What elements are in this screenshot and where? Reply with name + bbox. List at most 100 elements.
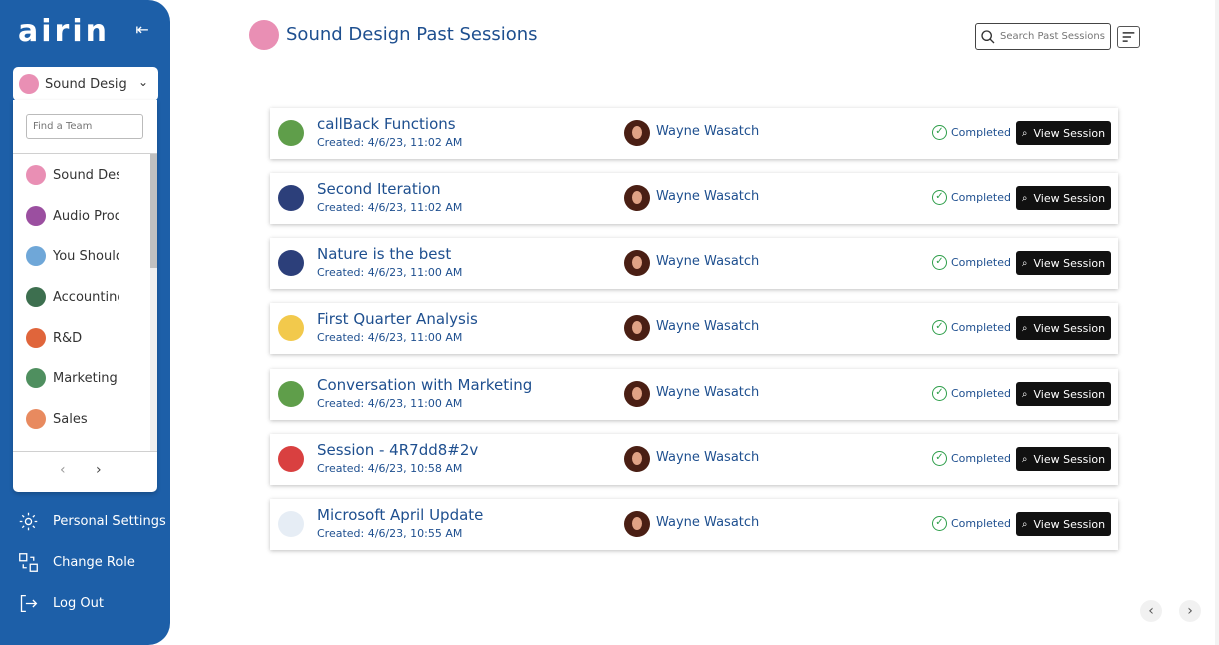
team-item-you-should-know[interactable]: You Should Know <box>26 244 119 268</box>
nav-label: Change Role <box>53 555 135 570</box>
view-session-button[interactable]: ⌕ View Session <box>1016 512 1111 536</box>
check-circle-icon: ✓ <box>932 190 947 205</box>
sort-button[interactable] <box>1117 26 1140 48</box>
avatar <box>624 511 650 537</box>
session-user: Wayne Wasatch <box>656 385 760 400</box>
team-dropdown: Sound Design Audio Production You Should… <box>13 100 157 492</box>
session-row: Session - 4R7dd8#2v Created: 4/6/23, 10:… <box>270 434 1118 485</box>
session-icon <box>278 120 304 146</box>
nav-log-out[interactable]: Log Out <box>18 593 104 614</box>
status-badge: ✓ Completed <box>932 125 1011 140</box>
nav-personal-settings[interactable]: Personal Settings <box>18 511 166 532</box>
team-item-label: R&D <box>53 330 83 346</box>
team-item-label: Accounting <box>53 289 119 305</box>
team-avatar-icon <box>26 368 46 388</box>
team-avatar-icon <box>26 246 46 266</box>
check-circle-icon: ✓ <box>932 255 947 270</box>
session-created: Created: 4/6/23, 11:02 AM <box>317 201 463 214</box>
team-list: Sound Design Audio Production You Should… <box>13 154 149 451</box>
divider <box>13 451 157 452</box>
view-session-label: View Session <box>1033 191 1106 205</box>
team-item-marketing[interactable]: Marketing <box>26 366 119 390</box>
change-role-icon <box>19 553 38 572</box>
avatar <box>624 446 650 472</box>
status-text: Completed <box>951 321 1011 334</box>
status-badge: ✓ Completed <box>932 190 1011 205</box>
session-row: Conversation with Marketing Created: 4/6… <box>270 369 1118 420</box>
status-text: Completed <box>951 387 1011 400</box>
chevron-right-icon[interactable]: › <box>96 462 102 478</box>
session-user: Wayne Wasatch <box>656 515 760 530</box>
team-avatar-icon <box>26 165 46 185</box>
session-icon <box>278 511 304 537</box>
session-name: First Quarter Analysis <box>317 310 478 328</box>
check-circle-icon: ✓ <box>932 386 947 401</box>
sort-icon <box>1122 32 1135 42</box>
view-session-label: View Session <box>1033 452 1106 466</box>
avatar <box>624 315 650 341</box>
team-avatar-icon <box>26 287 46 307</box>
team-avatar-icon <box>19 74 39 94</box>
chevron-left-icon[interactable]: ‹ <box>60 462 66 478</box>
session-created: Created: 4/6/23, 10:55 AM <box>317 527 463 540</box>
status-badge: ✓ Completed <box>932 255 1011 270</box>
team-avatar-icon <box>26 206 46 226</box>
status-text: Completed <box>951 256 1011 269</box>
team-item-label: Audio Production <box>53 208 119 224</box>
session-row: Microsoft April Update Created: 4/6/23, … <box>270 499 1118 550</box>
chevron-left-icon[interactable]: ‹ <box>1140 600 1162 622</box>
app-logo: airin <box>18 14 110 49</box>
dollar-icon <box>278 315 304 341</box>
session-created: Created: 4/6/23, 10:58 AM <box>317 462 463 475</box>
search-icon: ⌕ <box>1021 388 1028 400</box>
team-item-r-and-d[interactable]: R&D <box>26 326 119 350</box>
view-session-button[interactable]: ⌕ View Session <box>1016 186 1111 210</box>
team-item-sound-design[interactable]: Sound Design <box>26 163 119 187</box>
search-input[interactable] <box>1000 31 1110 42</box>
nav-change-role[interactable]: Change Role <box>18 552 135 573</box>
chevron-down-icon: ⌄ <box>137 75 148 89</box>
sidebar: airin ⇤ Sound Design ⌄ Sound Design Audi… <box>0 0 170 645</box>
page-scrollbar[interactable] <box>1215 0 1219 645</box>
search-icon: ⌕ <box>1021 192 1028 204</box>
search-box[interactable] <box>975 23 1111 50</box>
session-icon <box>278 381 304 407</box>
team-item-sales[interactable]: Sales <box>26 407 119 431</box>
session-row: Second Iteration Created: 4/6/23, 11:02 … <box>270 173 1118 224</box>
find-team-input[interactable] <box>26 114 143 139</box>
session-name: Second Iteration <box>317 180 441 198</box>
team-item-accounting[interactable]: Accounting <box>26 285 119 309</box>
team-selector-label: Sound Design <box>45 76 127 92</box>
view-session-button[interactable]: ⌕ View Session <box>1016 121 1111 145</box>
team-list-scrollbar[interactable] <box>150 154 157 451</box>
scrollbar-thumb[interactable] <box>150 154 157 268</box>
check-circle-icon: ✓ <box>932 320 947 335</box>
view-session-button[interactable]: ⌕ View Session <box>1016 382 1111 406</box>
view-session-button[interactable]: ⌕ View Session <box>1016 447 1111 471</box>
session-name: callBack Functions <box>317 115 456 133</box>
view-session-button[interactable]: ⌕ View Session <box>1016 316 1111 340</box>
status-badge: ✓ Completed <box>932 320 1011 335</box>
check-circle-icon: ✓ <box>932 516 947 531</box>
status-badge: ✓ Completed <box>932 516 1011 531</box>
status-text: Completed <box>951 126 1011 139</box>
check-circle-icon: ✓ <box>932 125 947 140</box>
search-icon: ⌕ <box>1021 257 1028 269</box>
view-session-label: View Session <box>1033 517 1106 531</box>
session-name: Nature is the best <box>317 245 452 263</box>
search-icon: ⌕ <box>1021 322 1028 334</box>
team-item-label: You Should Know <box>53 248 119 264</box>
team-item-audio-production[interactable]: Audio Production <box>26 204 119 228</box>
session-created: Created: 4/6/23, 11:00 AM <box>317 266 463 279</box>
view-session-label: View Session <box>1033 256 1106 270</box>
status-text: Completed <box>951 191 1011 204</box>
session-user: Wayne Wasatch <box>656 189 760 204</box>
session-created: Created: 4/6/23, 11:00 AM <box>317 331 463 344</box>
avatar <box>624 381 650 407</box>
team-selector[interactable]: Sound Design ⌄ <box>13 67 158 101</box>
collapse-sidebar-icon[interactable]: ⇤ <box>132 20 152 40</box>
search-icon: ⌕ <box>1021 453 1028 465</box>
view-session-button[interactable]: ⌕ View Session <box>1016 251 1111 275</box>
chevron-right-icon[interactable]: › <box>1179 600 1201 622</box>
session-icon <box>278 185 304 211</box>
